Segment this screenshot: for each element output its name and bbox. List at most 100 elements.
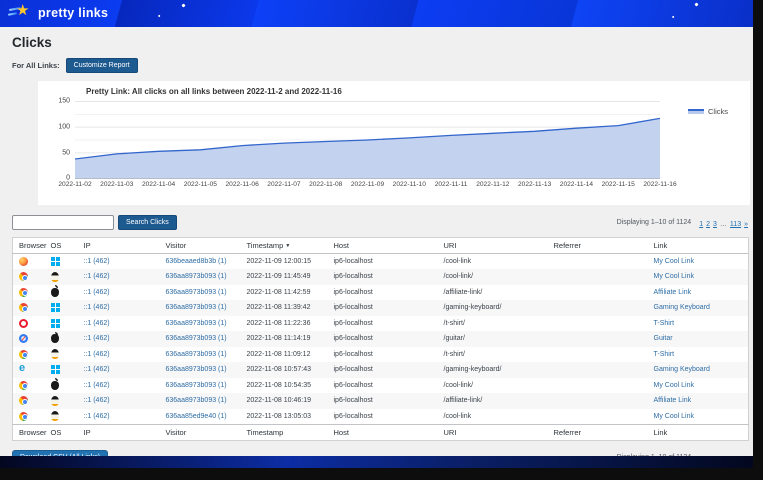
- link-name-link[interactable]: My Cool Link: [654, 258, 694, 265]
- timestamp-cell: 2022-11-08 11:42:59: [243, 285, 330, 301]
- column-header-timestamp[interactable]: Timestamp▼: [243, 238, 330, 254]
- clicks-table: BrowserOSIPVisitorTimestamp▼HostURIRefer…: [12, 237, 749, 441]
- uri-cell: /cool-link/: [440, 378, 550, 394]
- column-header-os[interactable]: OS: [47, 238, 80, 254]
- pretty-links-logo: ★ pretty links: [10, 3, 108, 23]
- ip-link[interactable]: ::1 (462): [84, 335, 110, 342]
- column-footer-browser[interactable]: Browser: [13, 424, 47, 440]
- visitor-link[interactable]: 636aa85ed9e40 (1): [166, 413, 227, 420]
- timestamp-cell: 2022-11-09 11:45:49: [243, 269, 330, 285]
- page-link[interactable]: 1: [699, 221, 703, 228]
- screen-edge: [753, 0, 763, 480]
- link-name-link[interactable]: Affiliate Link: [654, 397, 692, 404]
- ip-link[interactable]: ::1 (462): [84, 366, 110, 373]
- column-header-host[interactable]: Host: [330, 238, 440, 254]
- windows-icon: [51, 303, 60, 312]
- customize-report-button[interactable]: Customize Report: [66, 58, 138, 73]
- column-footer-link[interactable]: Link: [650, 424, 749, 440]
- x-tick-label: 2022-11-14: [560, 181, 593, 188]
- referrer-cell: [550, 331, 650, 347]
- ip-link[interactable]: ::1 (462): [84, 351, 110, 358]
- link-name-link[interactable]: Gaming Keyboard: [654, 366, 710, 373]
- linux-icon: [51, 411, 59, 421]
- uri-cell: /affiliate-link/: [440, 393, 550, 409]
- column-header-uri[interactable]: URI: [440, 238, 550, 254]
- column-header-referrer[interactable]: Referrer: [550, 238, 650, 254]
- host-cell: ip6-localhost: [330, 316, 440, 332]
- link-name-link[interactable]: Guitar: [654, 335, 673, 342]
- search-clicks-button[interactable]: Search Clicks: [118, 215, 177, 230]
- clicks-table-head: BrowserOSIPVisitorTimestamp▼HostURIRefer…: [13, 238, 749, 254]
- page-link[interactable]: 2: [706, 221, 710, 228]
- sparkle-icon: [694, 2, 698, 6]
- screen: ★ pretty links Clicks For All Links: Cus…: [0, 0, 763, 480]
- ip-link[interactable]: ::1 (462): [84, 258, 110, 265]
- column-footer-os[interactable]: OS: [47, 424, 80, 440]
- page-link[interactable]: »: [744, 221, 748, 228]
- link-name-link[interactable]: T-Shirt: [654, 320, 675, 327]
- ip-link[interactable]: ::1 (462): [84, 413, 110, 420]
- ip-link[interactable]: ::1 (462): [84, 304, 110, 311]
- chart-x-axis: 2022-11-022022-11-032022-11-042022-11-05…: [75, 181, 660, 192]
- visitor-link[interactable]: 636aa8973b093 (1): [166, 273, 227, 280]
- link-name-link[interactable]: My Cool Link: [654, 382, 694, 389]
- column-header-visitor[interactable]: Visitor: [162, 238, 243, 254]
- column-footer-uri[interactable]: URI: [440, 424, 550, 440]
- link-name-link[interactable]: My Cool Link: [654, 273, 694, 280]
- visitor-link[interactable]: 636beaaed8b3b (1): [166, 258, 227, 265]
- visitor-link[interactable]: 636aa8973b093 (1): [166, 351, 227, 358]
- column-header-link[interactable]: Link: [650, 238, 749, 254]
- referrer-cell: [550, 362, 650, 378]
- x-tick-label: 2022-11-11: [435, 181, 468, 188]
- link-name-link[interactable]: My Cool Link: [654, 413, 694, 420]
- uri-cell: /guitar/: [440, 331, 550, 347]
- ip-link[interactable]: ::1 (462): [84, 289, 110, 296]
- bottom-bar: [0, 456, 753, 468]
- column-footer-ip[interactable]: IP: [80, 424, 162, 440]
- visitor-link[interactable]: 636aa8973b093 (1): [166, 366, 227, 373]
- x-tick-label: 2022-11-02: [58, 181, 91, 188]
- page-link[interactable]: 3: [713, 221, 717, 228]
- column-header-browser[interactable]: Browser: [13, 238, 47, 254]
- link-name-link[interactable]: Affiliate Link: [654, 289, 692, 296]
- column-footer-timestamp[interactable]: Timestamp: [243, 424, 330, 440]
- ip-link[interactable]: ::1 (462): [84, 382, 110, 389]
- visitor-link[interactable]: 636aa8973b093 (1): [166, 335, 227, 342]
- visitor-link[interactable]: 636aa8973b093 (1): [166, 397, 227, 404]
- host-cell: ip6-localhost: [330, 378, 440, 394]
- column-footer-visitor[interactable]: Visitor: [162, 424, 243, 440]
- link-name-link[interactable]: T-Shirt: [654, 351, 675, 358]
- y-tick-label: 150: [58, 98, 70, 105]
- legend-label: Clicks: [708, 107, 728, 116]
- visitor-link[interactable]: 636aa8973b093 (1): [166, 289, 227, 296]
- visitor-link[interactable]: 636aa8973b093 (1): [166, 320, 227, 327]
- windows-icon: [51, 319, 60, 328]
- for-all-links-label: For All Links:: [12, 61, 60, 70]
- timestamp-cell: 2022-11-08 11:09:12: [243, 347, 330, 363]
- host-cell: ip6-localhost: [330, 285, 440, 301]
- link-name-link[interactable]: Gaming Keyboard: [654, 304, 710, 311]
- x-tick-label: 2022-11-15: [602, 181, 635, 188]
- search-input[interactable]: [12, 215, 114, 230]
- sparkle-icon: [181, 3, 185, 7]
- ip-link[interactable]: ::1 (462): [84, 397, 110, 404]
- referrer-cell: [550, 316, 650, 332]
- ip-link[interactable]: ::1 (462): [84, 273, 110, 280]
- chrome-icon: [19, 272, 28, 281]
- timestamp-cell: 2022-11-08 10:46:19: [243, 393, 330, 409]
- ip-link[interactable]: ::1 (462): [84, 320, 110, 327]
- column-footer-referrer[interactable]: Referrer: [550, 424, 650, 440]
- visitor-link[interactable]: 636aa8973b093 (1): [166, 382, 227, 389]
- page-link[interactable]: 113: [730, 221, 741, 228]
- pagination-links: 123…113»: [696, 213, 748, 231]
- visitor-link[interactable]: 636aa8973b093 (1): [166, 304, 227, 311]
- column-header-ip[interactable]: IP: [80, 238, 162, 254]
- uri-cell: /cool-link: [440, 254, 550, 270]
- page-ellipsis: …: [720, 221, 727, 228]
- clicks-table-body: ::1 (462)636beaaed8b3b (1)2022-11-09 12:…: [13, 254, 749, 425]
- uri-cell: /cool-link/: [440, 269, 550, 285]
- sparkle-icon: [672, 16, 675, 19]
- uri-cell: /affiliate-link/: [440, 285, 550, 301]
- column-footer-host[interactable]: Host: [330, 424, 440, 440]
- clicks-series-swatch: [688, 109, 704, 114]
